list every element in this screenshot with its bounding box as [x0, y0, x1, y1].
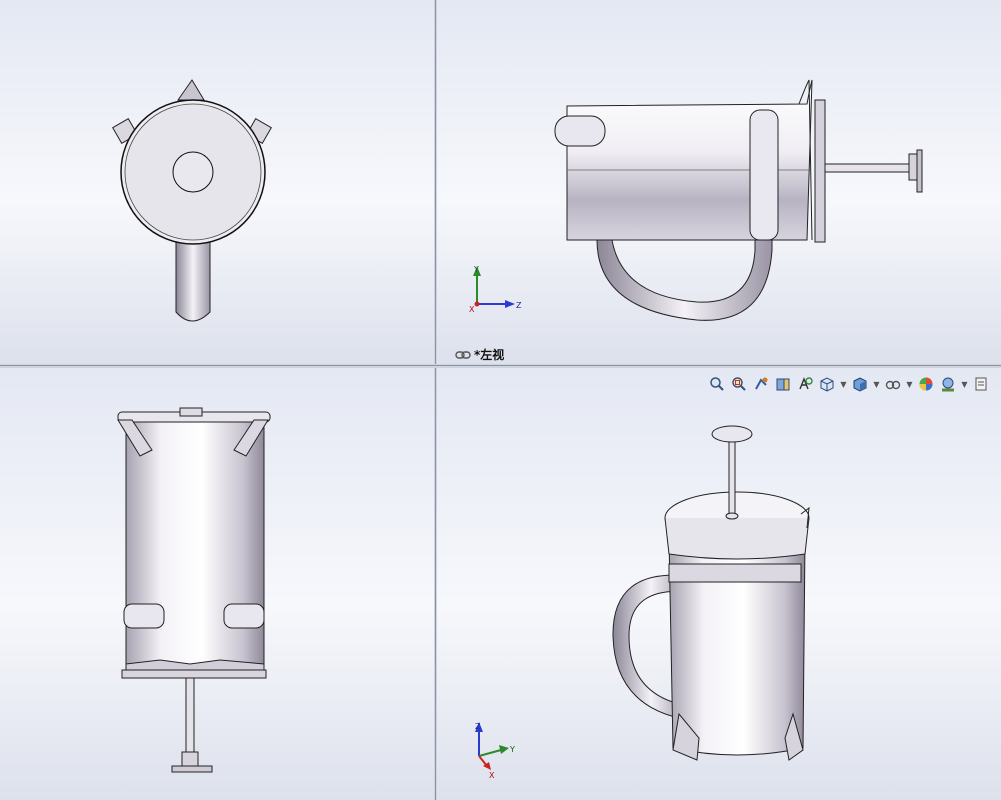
viewport-splitter-horizontal[interactable] — [0, 364, 1001, 368]
x-axis-label: X — [469, 305, 475, 314]
y-axis-label-iso: Y — [509, 745, 515, 754]
z-axis-label: Z — [516, 301, 522, 310]
view-name-text: *左视 — [474, 348, 505, 362]
viewport-top-left[interactable] — [0, 0, 434, 364]
x-axis-label-iso: X — [489, 771, 495, 780]
y-axis-label: Y — [473, 265, 479, 274]
front-view-model — [117, 407, 271, 773]
viewport-bottom-left[interactable] — [0, 368, 434, 800]
link-view-icon — [455, 350, 471, 359]
viewport-bottom-right[interactable]: ▼ ▼ ▼ ▼ Z Y X — [437, 368, 1001, 800]
view-name-label: *左视 — [455, 346, 504, 363]
coordinate-triad-iso: Z Y X — [475, 722, 515, 780]
viewport-splitter-vertical[interactable] — [434, 0, 437, 800]
coordinate-triad: Y Z X — [469, 265, 522, 314]
top-view-model — [112, 79, 272, 322]
z-axis-label-iso: Z — [475, 722, 481, 731]
viewport-top-right[interactable]: Y Z X *左视 — [437, 0, 1001, 364]
